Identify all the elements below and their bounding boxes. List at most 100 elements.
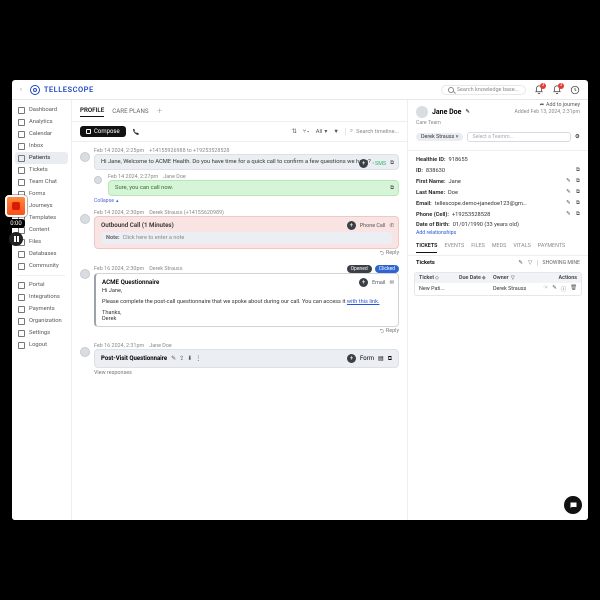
sidebar-item-tickets[interactable]: Tickets [12,164,71,176]
tab-care-plans[interactable]: CARE PLANS [112,105,148,117]
expand-button[interactable]: + [359,159,368,168]
subtab-events[interactable]: EVENTS [444,240,464,253]
subtab-files[interactable]: FILES [471,240,485,253]
edit-icon[interactable]: ✎ [171,355,176,362]
form-card[interactable]: Post-Visit Questionnaire ✎ ⇪ ⬇ ⋮ + Form [94,349,399,368]
row-phone: Phone (Cell): +19253528528 ✎⧉ [416,211,580,218]
expand-button[interactable]: + [359,278,368,287]
col-duedate[interactable]: Due Date [459,275,481,281]
ticket-add-button[interactable]: ✎ [518,260,523,266]
sort-button[interactable]: ⇅ [292,129,297,135]
sms-card[interactable]: Hi Jane, Welcome to ACME Health. Do you … [94,154,399,170]
sidebar-item-team-chat[interactable]: Team Chat [12,176,71,188]
copy-icon[interactable]: ⧉ [390,185,394,192]
ticket-filter-button[interactable]: ▽ [528,260,532,266]
edit-icon[interactable]: ✎ [566,189,571,196]
inbound-sms-card[interactable]: Sure, you can call now. ⧉ [108,180,399,196]
timeline-search[interactable]: ⌕ Search timeline... [345,128,399,135]
nav-back-button[interactable]: ‹ [20,86,22,93]
record-pause-button[interactable] [9,232,23,246]
call-card[interactable]: Outbound Call (1 Minutes) Note: Click he… [94,216,399,249]
copy-icon[interactable]: ⧉ [576,211,580,218]
ticket-info-icon[interactable]: ⓘ [561,285,566,293]
sidebar-item-analytics[interactable]: Analytics [12,116,71,128]
sidebar-item-databases[interactable]: Databases [12,248,71,260]
sidebar-item-logout[interactable]: Logout [12,339,71,351]
form-title: Post-Visit Questionnaire [101,355,167,362]
sidebar-item-payments[interactable]: Payments [12,303,71,315]
field-label: Phone (Cell): [416,212,449,218]
careteam-settings-icon[interactable]: ⚙ [575,134,580,140]
share-icon[interactable]: ⇪ [179,355,184,362]
more-icon[interactable]: ⋮ [195,355,201,362]
email-link[interactable]: with this link. [347,299,380,305]
sidebar-item-calendar[interactable]: Calendar [12,128,71,140]
ticket-open-icon[interactable]: ☞ [543,285,548,293]
sidebar-item-dashboard[interactable]: Dashboard [12,104,71,116]
filter-all[interactable]: All ▾ [316,129,328,135]
copy-icon[interactable]: ⧉ [576,200,580,207]
nav-icon [18,119,25,126]
email-card[interactable]: ACME Questionnaire Hi Jane, Please compl… [94,273,399,327]
col-owner[interactable]: Owner [493,275,509,281]
tab-profile[interactable]: PROFILE [80,104,104,117]
edit-icon[interactable]: ✎ [566,211,571,218]
ticket-delete-icon[interactable]: 🗑 [570,285,577,293]
edit-icon[interactable]: ✎ [566,200,571,207]
filter-funnel-button[interactable]: ▼ [333,129,339,135]
reply-button[interactable]: ⮌ Reply [94,250,399,259]
sidebar-item-inbox[interactable]: Inbox [12,140,71,152]
kb-search[interactable]: Search knowledge base... [441,85,526,95]
subtab-meds[interactable]: MEDS [492,240,507,253]
field-value: Doe [448,190,458,196]
add-relationships-link[interactable]: Add relationships [416,230,456,236]
sidebar-item-settings[interactable]: Settings [12,327,71,339]
expand-button[interactable]: + [347,221,356,230]
collapse-thread-button[interactable]: Collapse ▴ [94,198,399,204]
copy-icon[interactable]: ⧉ [390,160,394,167]
tab-add[interactable]: ＋ [157,106,163,115]
notifications-bell-1[interactable]: 3 [534,85,544,95]
chat-fab-button[interactable] [564,496,582,514]
sidebar-item-patients[interactable]: Patients [15,152,68,164]
subtab-tickets[interactable]: TICKETS [416,240,437,253]
form-icon: ▤ [378,355,384,362]
careteam-chip[interactable]: Derek Strauss × [416,133,463,141]
compose-button[interactable]: Compose [80,126,126,137]
sms-text: Hi Jane, Welcome to ACME Health. Do you … [101,159,371,165]
sidebar-item-organization[interactable]: Organization [12,315,71,327]
edit-icon[interactable]: ✎ [566,178,571,185]
row-dob: Date of Birth: 01/01/1990 (33 years old) [416,222,580,228]
copy-icon[interactable]: ⧉ [388,355,392,363]
email-greeting: Hi Jane, [102,288,392,296]
ticket-owner: Derek Strauss [493,286,539,292]
activity-clock-icon[interactable] [570,85,580,95]
add-to-journey-label: Add to journey [546,102,580,108]
ticket-row[interactable]: New Pati... Derek Strauss ☞ ✎ ⓘ 🗑 [415,283,581,295]
copy-icon[interactable]: ⧉ [576,167,580,174]
ticket-edit-icon[interactable]: ✎ [552,285,557,293]
avatar [80,347,90,357]
showing-mine-toggle[interactable]: SHOWING MINE [537,260,580,266]
col-ticket[interactable]: Ticket [419,275,434,281]
sidebar-item-label: Forms [29,191,46,197]
notifications-bell-2[interactable]: 3 [552,85,562,95]
subtab-payments[interactable]: PAYMENTS [538,240,565,253]
sidebar-item-portal[interactable]: Portal [12,279,71,291]
call-note-input[interactable]: Note: Click here to enter a note [101,232,392,244]
branch-filter-button[interactable]: ⑂▾ [303,129,310,135]
view-responses-link[interactable]: View responses [94,370,399,376]
copy-icon[interactable]: ⧉ [576,178,580,185]
add-to-journey-button[interactable]: ➦ Add to journey [540,102,580,108]
copy-icon[interactable]: ⧉ [576,189,580,196]
download-icon[interactable]: ⬇ [187,355,192,362]
edit-name-icon[interactable]: ✎ [465,109,470,115]
sidebar-item-community[interactable]: Community [12,260,71,272]
sidebar-item-integrations[interactable]: Integrations [12,291,71,303]
careteam-select[interactable]: Select a Teamm... [467,132,570,142]
expand-button[interactable]: + [347,354,356,363]
reply-button[interactable]: ⮌ Reply [94,328,399,337]
record-stop-button[interactable] [5,195,27,217]
call-button[interactable] [132,128,140,136]
subtab-vitals[interactable]: VITALS [513,240,530,253]
